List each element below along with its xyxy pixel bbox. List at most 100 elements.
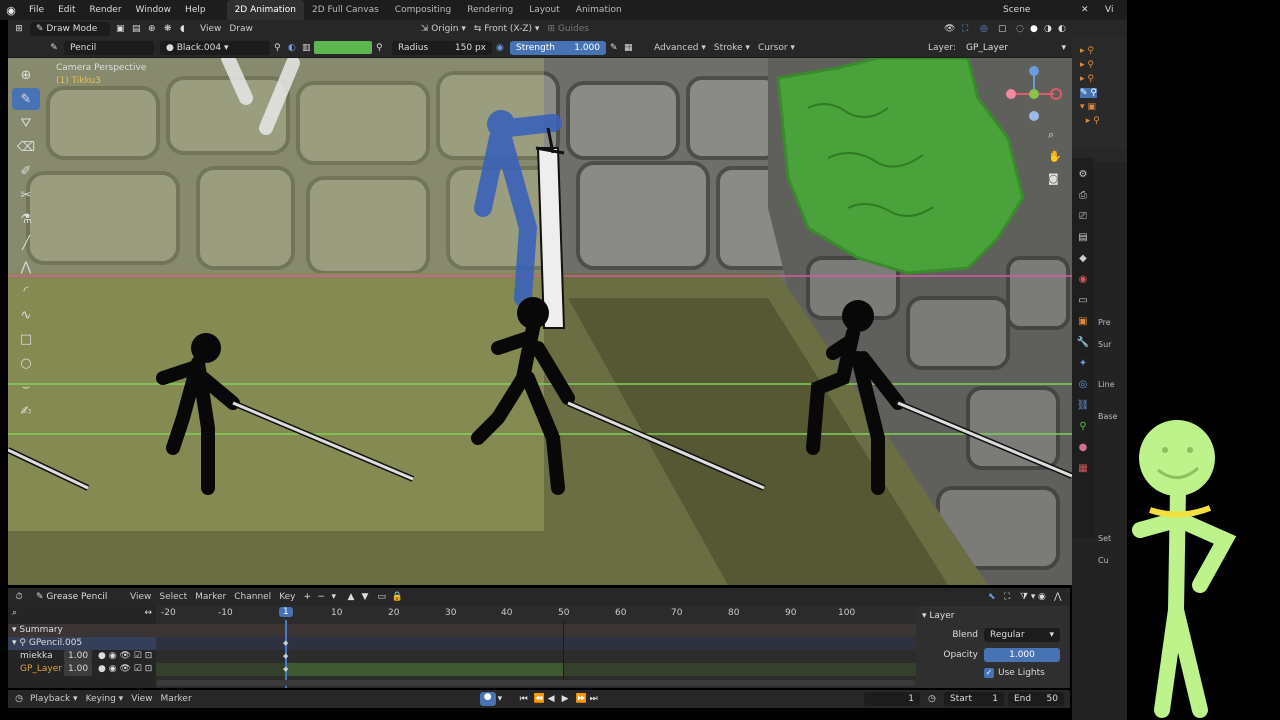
jump-start-icon[interactable]: ⏮: [520, 694, 534, 704]
scene-selector[interactable]: Scene: [997, 3, 1077, 17]
scene-props-icon[interactable]: ◆: [1072, 248, 1094, 269]
color-pin-icon[interactable]: ⚲: [376, 43, 392, 53]
snap-type-icon[interactable]: ⋀: [1054, 592, 1070, 602]
collection-props-icon[interactable]: ▭: [1072, 290, 1094, 311]
scene-close-icon[interactable]: ✕: [1081, 5, 1095, 15]
output-props-icon[interactable]: ⎚: [1072, 206, 1094, 227]
circle-tool-icon[interactable]: ○: [12, 352, 40, 374]
viewport-canvas[interactable]: Camera Perspective (1) Tikku3 ⌕ ✋ ◙: [8, 58, 1072, 585]
props-label-line[interactable]: Line: [1098, 374, 1127, 396]
world-props-icon[interactable]: ◉: [1072, 269, 1094, 290]
brush-selector[interactable]: Pencil: [64, 40, 154, 55]
outliner-tree[interactable]: ▸ ⚲ ▸ ⚲ ▸ ⚲ ✎ ⚲ ▾ ▣ ▸ ⚲: [1072, 38, 1127, 148]
cutter-tool-icon[interactable]: ✂: [12, 184, 40, 206]
select-mode-icon[interactable]: ▤: [132, 24, 148, 34]
material-pin-icon[interactable]: ⚲: [274, 43, 288, 53]
layer-panel-title-row[interactable]: ▾ Layer: [916, 606, 1068, 626]
prev-key-icon[interactable]: ⏪: [534, 694, 548, 704]
polyline-tool-icon[interactable]: ⋀: [12, 256, 40, 278]
object-props-icon[interactable]: ▣: [1072, 311, 1094, 332]
menu-help[interactable]: Help: [178, 0, 213, 20]
viewlayer-selector[interactable]: Vi: [1099, 3, 1127, 17]
start-frame-field[interactable]: Start 1: [944, 692, 1004, 706]
cursor-dropdown[interactable]: Cursor ▾: [758, 43, 795, 53]
data-props-icon[interactable]: ⚲: [1072, 416, 1094, 437]
keyframe-icon[interactable]: ◆: [283, 639, 288, 647]
interpolate-tool-icon[interactable]: ⌣: [12, 376, 40, 398]
summary-track[interactable]: [156, 624, 916, 637]
line-tool-icon[interactable]: ╱: [12, 232, 40, 254]
render-props-icon[interactable]: ⎙: [1072, 185, 1094, 206]
jump-end-icon[interactable]: ⏭: [590, 694, 604, 704]
strength-pressure-icon[interactable]: ✎: [610, 43, 624, 53]
draw-menu[interactable]: Draw: [229, 24, 253, 34]
timeline-editor-icon[interactable]: ◷: [8, 694, 30, 704]
dopesheet-menu-marker[interactable]: Marker: [195, 592, 226, 602]
mode-selector[interactable]: ✎ Draw Mode: [30, 22, 110, 36]
play-reverse-icon[interactable]: ◀: [548, 694, 562, 704]
visibility-icon[interactable]: 👁: [944, 24, 962, 34]
strength-jitter-icon[interactable]: ▦: [624, 43, 636, 53]
erase-tool-icon[interactable]: ⌫: [12, 136, 40, 158]
proportional-icon[interactable]: ◉: [1038, 592, 1054, 602]
playback-menu[interactable]: Playback ▾: [30, 694, 78, 704]
layer-opacity-value[interactable]: 1.00: [64, 663, 93, 676]
isolate-icon[interactable]: ▭: [378, 592, 392, 602]
move-up-icon[interactable]: ▲: [348, 592, 362, 602]
pan-hand-icon[interactable]: ✋: [1048, 150, 1062, 163]
timeline-marker-menu[interactable]: Marker: [161, 694, 192, 704]
menu-render[interactable]: Render: [83, 0, 129, 20]
strength-field[interactable]: Strength 1.000: [510, 40, 606, 55]
remove-layer-icon[interactable]: −: [318, 592, 332, 602]
advanced-dropdown[interactable]: Advanced ▾: [654, 43, 706, 53]
effects-props-icon[interactable]: ✦: [1072, 353, 1094, 374]
blend-selector[interactable]: Regular ▾: [984, 628, 1060, 642]
shading-wire-icon[interactable]: ◌: [1016, 24, 1030, 34]
menu-edit[interactable]: Edit: [51, 0, 82, 20]
modifier-props-icon[interactable]: 🔧: [1072, 332, 1094, 353]
tab-compositing[interactable]: Compositing: [387, 0, 459, 20]
dopesheet-body[interactable]: -20 -10 1 10 20 30 40 50 60 70 80 90 100…: [8, 606, 1070, 688]
origin-selector[interactable]: ⇲ Origin ▾: [421, 24, 466, 34]
keying-menu[interactable]: Keying ▾: [86, 694, 124, 704]
tool-props-icon[interactable]: ⚙: [1072, 164, 1094, 185]
arc-tool-icon[interactable]: ◜: [12, 280, 40, 302]
stroke-dropdown[interactable]: Stroke ▾: [714, 43, 750, 53]
eyedropper-tool-icon[interactable]: ⚗: [12, 208, 40, 230]
keyframe-icon[interactable]: ◆: [283, 665, 288, 673]
xray-icon[interactable]: ▢: [998, 24, 1016, 34]
clock-icon[interactable]: ◷: [928, 694, 944, 704]
use-lights-checkbox[interactable]: ✓: [984, 668, 994, 678]
dopesheet-mode-selector[interactable]: ✎ Grease Pencil: [30, 590, 122, 604]
move-down-icon[interactable]: ▼: [362, 592, 378, 602]
props-label-pre[interactable]: Pre: [1098, 312, 1127, 334]
dopesheet-menu-channel[interactable]: Channel: [234, 592, 271, 602]
tint-tool-icon[interactable]: ✐: [12, 160, 40, 182]
material-selector[interactable]: ● Black.004 ▾: [160, 40, 270, 55]
constraints-props-icon[interactable]: ⛓: [1072, 395, 1094, 416]
radius-field[interactable]: Radius 150 px: [392, 40, 492, 55]
navigation-gizmo[interactable]: [1002, 64, 1062, 124]
layer-toggles-icon[interactable]: ● ◉ 👁 ☑ ⊡: [98, 663, 152, 676]
layer-toggles-icon[interactable]: ● ◉ 👁 ☑ ⊡: [98, 650, 152, 663]
material-props-icon[interactable]: ●: [1072, 437, 1094, 458]
annotate-tool-icon[interactable]: ✍: [12, 400, 40, 422]
guides-toggle[interactable]: ⊞ Guides: [547, 24, 589, 34]
zoom-icon[interactable]: ⌕: [1048, 128, 1054, 142]
box-tool-icon[interactable]: □: [12, 328, 40, 350]
channel-search[interactable]: ⌕ ↔: [8, 606, 156, 620]
cursor-tool-icon[interactable]: ⊕: [12, 64, 40, 86]
camera-view-icon[interactable]: ◙: [1048, 172, 1059, 185]
expand-width-icon[interactable]: ↔: [144, 608, 152, 618]
tab-layout[interactable]: Layout: [521, 0, 568, 20]
gp-layer-track[interactable]: [156, 663, 916, 676]
view-layer-icon[interactable]: ▤: [1072, 227, 1094, 248]
dopesheet-menu-select[interactable]: Select: [159, 592, 187, 602]
snap-icon[interactable]: ⊕: [148, 24, 164, 34]
view-menu[interactable]: View: [200, 24, 221, 34]
vertex-color-icon[interactable]: ▥: [302, 43, 314, 53]
vertex-color-swatch[interactable]: [314, 41, 372, 54]
color-mode-icon[interactable]: ◐: [288, 43, 302, 53]
gizmo-icon[interactable]: ⛶: [962, 24, 980, 34]
layer-selector[interactable]: GP_Layer ▾: [960, 40, 1072, 55]
